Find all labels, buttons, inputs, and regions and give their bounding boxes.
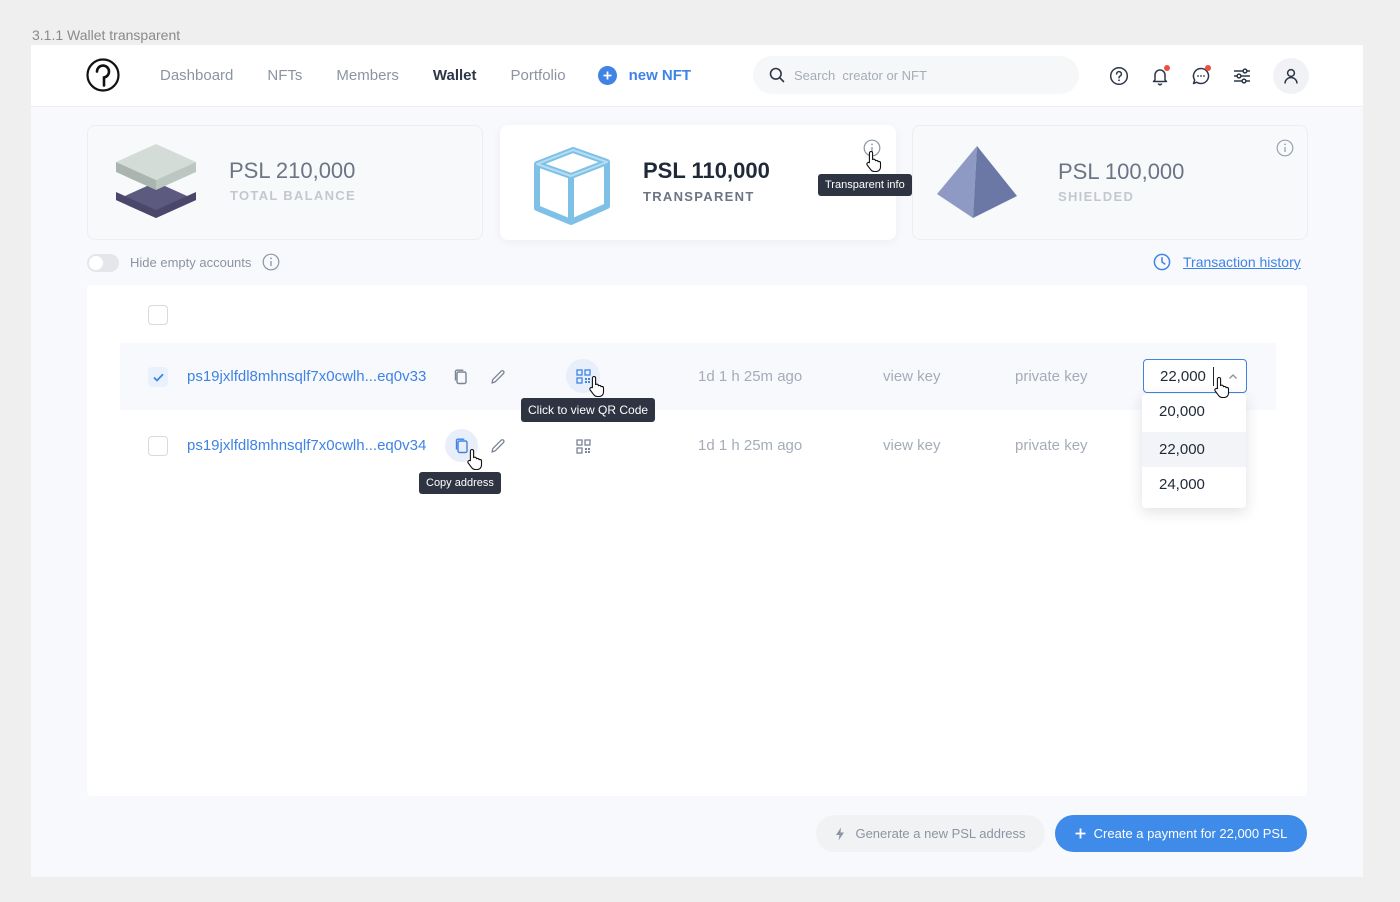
time-ago: 1d 1 h 25m ago [698, 368, 803, 385]
toggle-knob [89, 256, 103, 270]
copy-tooltip: Copy address [419, 472, 501, 494]
hide-empty-toggle[interactable] [87, 254, 119, 272]
bell-icon[interactable] [1147, 63, 1173, 89]
table-row: ps19jxlfdl8mhnsqlf7x0cwlh...eq0v34 1d 1 … [120, 412, 1276, 479]
clock-icon [1153, 253, 1171, 271]
cube-icon [534, 147, 610, 225]
pencil-icon [491, 370, 505, 384]
create-payment-label: Create a payment for 22,000 PSL [1093, 826, 1288, 841]
wallet-page: Dashboard NFTs Members Wallet Portfolio … [31, 45, 1363, 877]
total-balance-caption: TOTAL BALANCE [230, 188, 356, 203]
transparent-amount: PSL 110,000 [643, 158, 770, 183]
pyramid-icon [937, 146, 1017, 218]
user-icon [1284, 68, 1298, 84]
generate-address-label: Generate a new PSL address [855, 826, 1026, 841]
message-dot [1205, 65, 1211, 71]
edit-button[interactable] [483, 431, 513, 461]
hand-cursor-icon [1214, 376, 1230, 398]
help-icon[interactable] [1106, 63, 1132, 89]
shielded-caption: SHIELDED [1058, 189, 1135, 204]
row-checkbox[interactable] [148, 436, 168, 456]
shielded-card[interactable]: PSL 100,000 SHIELDED [912, 125, 1308, 240]
pencil-icon [491, 439, 505, 453]
header-actions [1106, 58, 1309, 94]
transaction-history-link[interactable]: Transaction history [1183, 254, 1301, 270]
qr-code-button[interactable] [568, 431, 598, 461]
hand-cursor-icon [589, 375, 605, 397]
view-key-link[interactable]: view key [883, 437, 941, 454]
copy-address-button[interactable] [446, 362, 476, 392]
row-checkbox[interactable] [148, 367, 168, 387]
nav-dashboard[interactable]: Dashboard [160, 67, 233, 84]
dropdown-option[interactable]: 20,000 [1142, 394, 1246, 429]
new-nft-button[interactable]: new NFT [597, 66, 692, 85]
nav-nfts[interactable]: NFTs [267, 67, 302, 84]
sliders-icon[interactable] [1229, 63, 1255, 89]
new-nft-label: new NFT [628, 67, 692, 84]
qr-code-icon [575, 438, 591, 454]
check-icon [152, 373, 164, 382]
frame-label: 3.1.1 Wallet transparent [32, 27, 181, 43]
generate-address-button[interactable]: Generate a new PSL address [816, 815, 1045, 852]
top-header: Dashboard NFTs Members Wallet Portfolio … [31, 45, 1363, 107]
chat-icon[interactable] [1188, 63, 1214, 89]
hide-empty-info-icon[interactable] [262, 253, 280, 271]
logo-icon[interactable] [86, 58, 120, 92]
shielded-info-icon[interactable] [1276, 139, 1294, 157]
qr-tooltip: Click to view QR Code [521, 398, 656, 422]
private-key-link[interactable]: private key [1015, 368, 1088, 385]
search-icon [769, 67, 785, 83]
transparent-caption: TRANSPARENT [643, 189, 755, 204]
plus-icon [1075, 828, 1086, 839]
copy-icon [454, 369, 467, 385]
accounts-table: ps19jxlfdl8mhnsqlf7x0cwlh...eq0v33 1d 1 … [87, 285, 1307, 796]
nav-members[interactable]: Members [336, 67, 399, 84]
hand-cursor-icon [866, 150, 882, 172]
select-all-checkbox[interactable] [148, 305, 168, 325]
hide-empty-label: Hide empty accounts [130, 255, 252, 270]
shielded-amount: PSL 100,000 [1058, 159, 1185, 184]
search-bar [753, 56, 1079, 94]
view-key-link[interactable]: view key [883, 368, 941, 385]
transparent-info-tooltip: Transparent info [818, 174, 912, 196]
lightning-icon [836, 827, 845, 840]
hand-cursor-icon [467, 448, 483, 470]
create-payment-button[interactable]: Create a payment for 22,000 PSL [1055, 815, 1307, 852]
main-nav: Dashboard NFTs Members Wallet Portfolio … [160, 66, 691, 85]
time-ago: 1d 1 h 25m ago [698, 437, 803, 454]
table-row: ps19jxlfdl8mhnsqlf7x0cwlh...eq0v33 1d 1 … [120, 343, 1276, 410]
edit-button[interactable] [483, 362, 513, 392]
search-input[interactable] [794, 67, 1054, 83]
dropdown-option-selected[interactable]: 22,000 [1142, 432, 1246, 467]
private-key-link[interactable]: private key [1015, 437, 1088, 454]
address-link[interactable]: ps19jxlfdl8mhnsqlf7x0cwlh...eq0v34 [187, 437, 426, 454]
dropdown-option[interactable]: 24,000 [1142, 467, 1246, 502]
address-link[interactable]: ps19jxlfdl8mhnsqlf7x0cwlh...eq0v33 [187, 368, 426, 385]
total-balance-amount: PSL 210,000 [229, 158, 356, 183]
amount-value: 22,000 [1160, 368, 1206, 385]
stacked-layers-icon [116, 144, 196, 218]
total-balance-card[interactable]: PSL 210,000 TOTAL BALANCE [87, 125, 483, 240]
notification-dot [1164, 65, 1170, 71]
user-avatar[interactable] [1273, 58, 1309, 94]
nav-portfolio[interactable]: Portfolio [511, 67, 566, 84]
amount-dropdown: 20,000 22,000 24,000 [1142, 394, 1246, 508]
nav-wallet[interactable]: Wallet [433, 67, 477, 84]
plus-icon [597, 66, 617, 85]
